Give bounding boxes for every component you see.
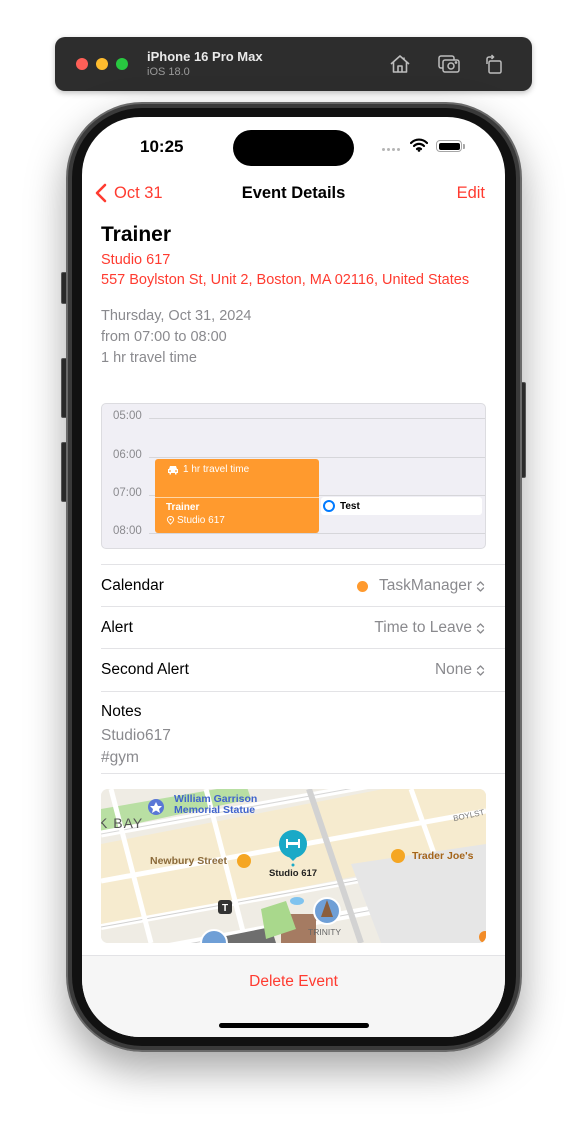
page-title: Event Details <box>241 184 346 202</box>
dynamic-island <box>233 130 354 166</box>
cellular-dots-icon <box>382 148 400 151</box>
hour-label: 05:00 <box>113 410 142 422</box>
screenshot-icon[interactable] <box>437 52 461 76</box>
second-alert-value: None <box>434 661 472 678</box>
chevron-up-down-icon <box>476 580 485 592</box>
map-label-bay: K BAY <box>101 815 144 831</box>
event-block-location: Studio 617 <box>177 515 225 526</box>
reminder-circle-icon <box>323 500 335 512</box>
alert-value: Time to Leave <box>374 619 472 636</box>
location-pin-icon <box>166 516 175 525</box>
calendar-row[interactable]: Calendar TaskManager <box>101 564 505 606</box>
calendar-color-dot <box>356 580 368 592</box>
chevron-up-down-icon <box>476 622 485 634</box>
map-label-newbury: Newbury Street <box>150 855 228 867</box>
delete-event-button[interactable]: Delete Event <box>82 973 505 991</box>
device-name: iPhone 16 Pro Max <box>147 49 263 64</box>
phone-screen: 10:25 Oct 31 Event Details Edit Trainer … <box>82 117 505 1037</box>
second-alert-row[interactable]: Second Alert None <box>101 648 505 690</box>
event-time-info: Thursday, Oct 31, 2024 from 07:00 to 08:… <box>101 306 251 369</box>
event-date: Thursday, Oct 31, 2024 <box>101 308 252 324</box>
alert-picker[interactable]: Time to Leave <box>374 619 485 637</box>
battery-cap <box>463 144 465 149</box>
location-name[interactable]: Studio 617 <box>101 250 469 270</box>
event-location[interactable]: Studio 617 557 Boylston St, Unit 2, Bost… <box>101 250 469 290</box>
event-block-title: Trainer <box>166 502 200 513</box>
event-title: Trainer <box>101 223 172 246</box>
event-time-range: from 07:00 to 08:00 <box>101 329 227 345</box>
simulator-title-bar: iPhone 16 Pro Max iOS 18.0 <box>55 37 532 91</box>
rotate-icon[interactable] <box>482 52 506 76</box>
map-label-trinity: TRINITY <box>308 927 342 937</box>
alert-row[interactable]: Alert Time to Leave <box>101 606 505 648</box>
travel-time-block[interactable]: 1 hr travel time <box>155 459 319 497</box>
edit-button[interactable]: Edit <box>457 184 485 203</box>
svg-text:T: T <box>222 903 228 914</box>
hour-line <box>149 533 485 534</box>
notes-section: Notes Studio617 #gym <box>101 691 505 774</box>
close-window-button[interactable] <box>76 58 88 70</box>
second-alert-label: Second Alert <box>101 661 189 678</box>
map-label-garrison: William Garrison Memorial Statue <box>174 793 258 816</box>
home-icon[interactable] <box>388 52 412 76</box>
hour-label: 07:00 <box>113 487 142 499</box>
notes-line: #gym <box>101 749 139 766</box>
map-label-traderjoes: Trader Joe's <box>412 850 474 862</box>
notes-body: Studio617 #gym <box>101 725 171 769</box>
bottom-bar: Delete Event <box>82 955 505 1037</box>
os-version: iOS 18.0 <box>147 66 190 78</box>
notes-label: Notes <box>101 703 142 720</box>
other-event-label: Test <box>340 500 360 512</box>
zoom-window-button[interactable] <box>116 58 128 70</box>
alert-label: Alert <box>101 619 133 636</box>
event-travel-time: 1 hr travel time <box>101 350 197 366</box>
car-icon <box>168 465 178 474</box>
travel-block-label: 1 hr travel time <box>183 464 250 475</box>
minimize-window-button[interactable] <box>96 58 108 70</box>
chevron-up-down-icon <box>476 664 485 676</box>
status-time: 10:25 <box>140 137 184 156</box>
calendar-value: TaskManager <box>378 577 472 594</box>
location-map[interactable]: T William Garrison Memorial Statue K BAY… <box>101 789 486 943</box>
hour-label: 06:00 <box>113 449 142 461</box>
notes-line: Studio617 <box>101 727 171 744</box>
home-indicator[interactable] <box>219 1023 369 1028</box>
day-preview[interactable]: 05:00 06:00 07:00 08:00 1 hr travel time… <box>101 403 486 549</box>
other-event-block[interactable]: Test <box>321 497 482 515</box>
calendar-label: Calendar <box>101 577 164 594</box>
event-block[interactable]: Trainer Studio 617 <box>155 497 319 533</box>
battery-icon <box>436 140 462 152</box>
wifi-icon <box>410 138 428 152</box>
hour-label: 08:00 <box>113 525 142 537</box>
map-label-studio: Studio 617 <box>269 868 318 879</box>
hour-line <box>149 457 485 458</box>
location-address[interactable]: 557 Boylston St, Unit 2, Boston, MA 0211… <box>101 270 469 290</box>
second-alert-picker[interactable]: None <box>435 661 485 679</box>
hour-line <box>149 418 485 419</box>
calendar-picker[interactable]: TaskManager <box>356 577 485 595</box>
